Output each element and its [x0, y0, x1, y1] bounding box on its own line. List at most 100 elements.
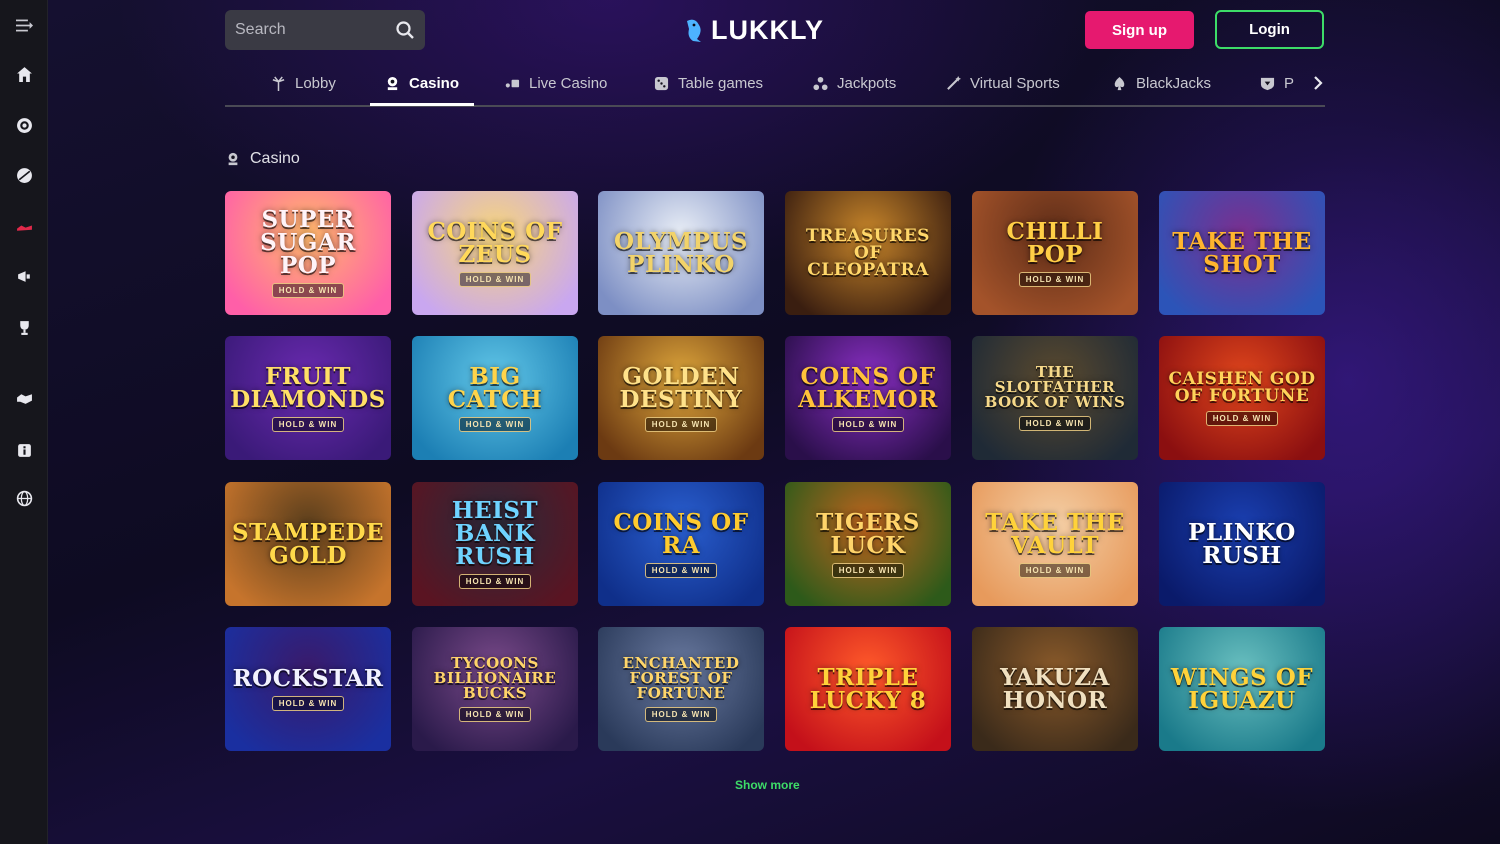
sidebar: [0, 0, 48, 844]
game-title: TYCOONS BILLIONAIRE BUCKS: [433, 654, 557, 702]
tab-promotions[interactable]: P: [1244, 62, 1310, 105]
game-tile[interactable]: COINS OF ALKEMOR HOLD & WIN: [785, 336, 951, 460]
spade-icon: [1114, 76, 1125, 91]
game-grid: SUPER SUGAR POP HOLD & WIN COINS OF ZEUS HO…: [225, 191, 1325, 751]
game-tile[interactable]: WINGS OF IGUAZU: [1159, 627, 1325, 751]
game-tile[interactable]: SUPER SUGAR POP HOLD & WIN: [225, 191, 391, 315]
game-tile[interactable]: TREASURES OF CLEOPATRA: [785, 191, 951, 315]
game-title: TREASURES OF CLEOPATRA: [806, 225, 930, 280]
login-button[interactable]: Login: [1215, 10, 1324, 49]
game-badge: HOLD & WIN: [644, 416, 718, 432]
game-tile[interactable]: CHILLI POP HOLD & WIN: [972, 191, 1138, 315]
casino-chip-icon: [387, 76, 398, 90]
game-tile[interactable]: YAKUZA HONOR: [972, 627, 1138, 751]
tab-casino[interactable]: Casino: [370, 63, 475, 106]
trophy-icon[interactable]: [12, 315, 36, 339]
shield-icon: [1260, 77, 1275, 91]
game-badge: HOLD & WIN: [271, 416, 345, 432]
game-badge: HOLD & WIN: [271, 696, 345, 711]
game-title: ROCKSTAR: [232, 665, 384, 692]
game-title: TRIPLE LUCKY 8: [809, 664, 927, 714]
dice-icon: [654, 76, 669, 91]
game-tile[interactable]: BIG CATCH HOLD & WIN: [412, 336, 578, 460]
search-box[interactable]: [225, 10, 425, 50]
menu-collapse-icon[interactable]: [12, 13, 36, 37]
search-icon[interactable]: [395, 20, 415, 40]
game-tile[interactable]: TIGERS LUCK HOLD & WIN: [785, 482, 951, 606]
game-badge: HOLD & WIN: [458, 574, 532, 589]
game-title: TAKE THE SHOT: [1172, 228, 1312, 278]
game-title: CAISHEN GOD OF FORTUNE: [1168, 368, 1316, 406]
game-title: OLYMPUS PLINKO: [613, 228, 749, 278]
logo-bird-icon: [687, 19, 701, 42]
game-title: PLINKO RUSH: [1188, 519, 1296, 569]
game-title: STAMPEDE GOLD: [231, 519, 385, 569]
game-title: CHILLI POP: [1006, 217, 1104, 268]
wand-icon: [947, 76, 961, 90]
logo-text: LUKKLY: [711, 14, 825, 45]
category-tabs: Lobby Casino Live Casino Table games Jac…: [225, 62, 1325, 107]
game-tile[interactable]: COINS OF ZEUS HOLD & WIN: [412, 191, 578, 315]
game-tile[interactable]: ENCHANTED FOREST OF FORTUNE HOLD & WIN: [598, 627, 764, 751]
jackpot-icon: [813, 76, 828, 91]
game-title: WINGS OF IGUAZU: [1170, 664, 1314, 714]
game-title: FRUIT DIAMONDS: [230, 362, 386, 413]
game-title: GOLDEN DESTINY: [619, 362, 743, 413]
game-title: SUPER SUGAR POP: [260, 206, 356, 279]
game-badge: HOLD & WIN: [644, 707, 718, 722]
section-title: Casino: [226, 150, 300, 168]
game-tile[interactable]: THE SLOTFATHER BOOK OF WINS HOLD & WIN: [972, 336, 1138, 460]
game-title: COINS OF ZEUS: [427, 217, 563, 268]
game-tile[interactable]: HEIST BANK RUSH HOLD & WIN: [412, 482, 578, 606]
game-tile[interactable]: PLINKO RUSH: [1159, 482, 1325, 606]
logo[interactable]: LUKKLY: [683, 14, 824, 46]
game-tile[interactable]: TYCOONS BILLIONAIRE BUCKS HOLD & WIN: [412, 627, 578, 751]
game-tile[interactable]: OLYMPUS PLINKO: [598, 191, 764, 315]
section-title-text: Casino: [250, 150, 300, 167]
game-badge: HOLD & WIN: [1205, 410, 1279, 426]
home-icon[interactable]: [12, 62, 36, 86]
info-icon[interactable]: [12, 438, 36, 462]
game-tile[interactable]: TRIPLE LUCKY 8: [785, 627, 951, 751]
slot-reel-icon[interactable]: [12, 113, 36, 137]
game-title: HEIST BANK RUSH: [451, 497, 539, 570]
tab-table-games[interactable]: Table games: [638, 62, 779, 105]
game-title: THE SLOTFATHER BOOK OF WINS: [984, 363, 1126, 411]
game-tile[interactable]: FRUIT DIAMONDS HOLD & WIN: [225, 336, 391, 460]
live-cards-icon: [505, 79, 520, 88]
game-badge: HOLD & WIN: [644, 562, 718, 578]
game-tile[interactable]: ROCKSTAR HOLD & WIN: [225, 627, 391, 751]
globe-icon[interactable]: [12, 486, 36, 510]
tab-label: Table games: [678, 75, 764, 92]
tab-virtual-sports[interactable]: Virtual Sports: [930, 62, 1076, 105]
live-shoe-icon[interactable]: [12, 214, 36, 238]
game-tile[interactable]: COINS OF RA HOLD & WIN: [598, 482, 764, 606]
game-tile[interactable]: TAKE THE SHOT: [1159, 191, 1325, 315]
palm-icon: [272, 76, 285, 91]
game-title: TAKE THE VAULT: [985, 508, 1125, 559]
megaphone-icon[interactable]: [12, 264, 36, 288]
game-tile[interactable]: GOLDEN DESTINY HOLD & WIN: [598, 336, 764, 460]
tab-lobby[interactable]: Lobby: [255, 62, 352, 105]
tab-jackpots[interactable]: Jackpots: [797, 62, 912, 105]
tab-label: Live Casino: [529, 75, 608, 92]
game-tile[interactable]: STAMPEDE GOLD: [225, 482, 391, 606]
game-badge: HOLD & WIN: [831, 562, 905, 578]
game-tile[interactable]: CAISHEN GOD OF FORTUNE HOLD & WIN: [1159, 336, 1325, 460]
game-tile[interactable]: TAKE THE VAULT HOLD & WIN: [972, 482, 1138, 606]
tab-label: P: [1284, 75, 1295, 92]
chevron-right-icon[interactable]: [1311, 76, 1325, 90]
tab-live-casino[interactable]: Live Casino: [489, 62, 623, 105]
game-badge: HOLD & WIN: [1018, 416, 1092, 431]
show-more-button[interactable]: Show more: [735, 778, 800, 792]
signup-button[interactable]: Sign up: [1085, 11, 1194, 49]
game-badge: HOLD & WIN: [458, 707, 532, 722]
search-input[interactable]: [235, 21, 385, 39]
sports-ball-icon[interactable]: [12, 163, 36, 187]
game-badge: HOLD & WIN: [458, 416, 532, 432]
game-badge: HOLD & WIN: [1018, 562, 1092, 578]
game-title: YAKUZA HONOR: [1000, 664, 1110, 714]
tab-blackjacks[interactable]: BlackJacks: [1096, 62, 1227, 105]
game-title: COINS OF RA: [613, 508, 749, 559]
handshake-icon[interactable]: [12, 386, 36, 410]
